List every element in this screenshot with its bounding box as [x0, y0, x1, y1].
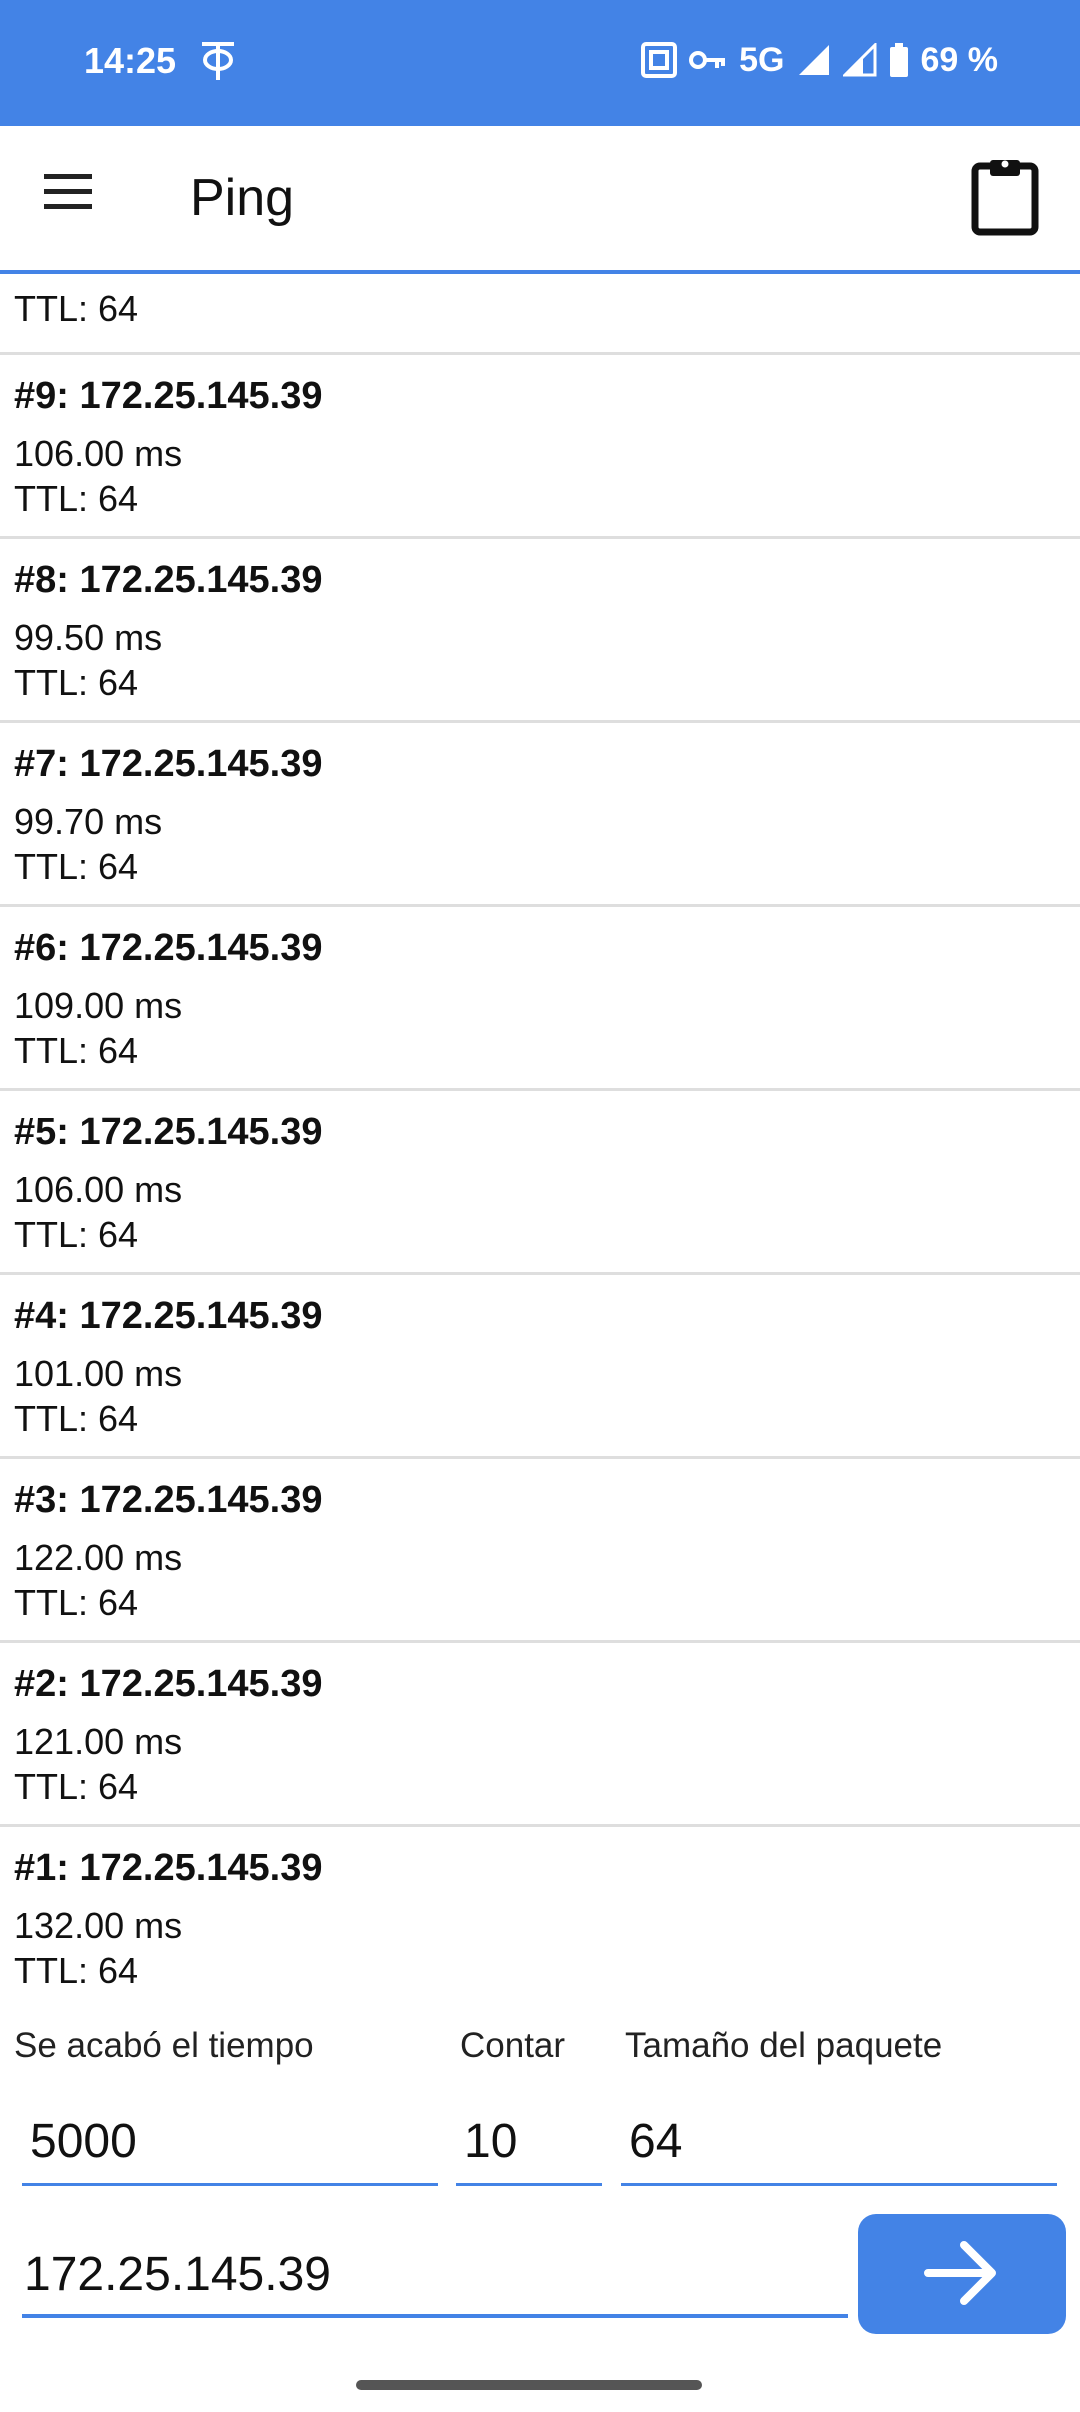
status-time: 14:25 — [84, 40, 177, 81]
list-item: #5: 172.25.145.39 106.00 ms TTL: 64 — [0, 1091, 1080, 1275]
vpn-key-icon — [689, 48, 727, 72]
reply-title: #4: 172.25.145.39 — [14, 1295, 323, 1337]
clipboard-icon[interactable] — [970, 156, 1044, 242]
reply-title: #3: 172.25.145.39 — [14, 1479, 323, 1521]
host-input[interactable] — [22, 2234, 848, 2318]
ttl-text: TTL: 64 — [14, 846, 139, 887]
list-item: #7: 172.25.145.39 99.70 ms TTL: 64 — [0, 723, 1080, 907]
list-item: TTL: 64 — [0, 274, 1080, 355]
page-title: Ping — [190, 169, 295, 227]
start-ping-button[interactable] — [858, 2214, 1066, 2334]
list-item: #9: 172.25.145.39 106.00 ms TTL: 64 — [0, 355, 1080, 539]
packet-size-field[interactable] — [621, 2100, 1057, 2186]
reply-title: #9: 172.25.145.39 — [14, 375, 323, 417]
reply-time: 106.00 ms — [14, 433, 183, 474]
reply-time: 109.00 ms — [14, 985, 183, 1026]
packet-size-label: Tamaño del paquete — [625, 2026, 943, 2065]
ping-results-list[interactable]: TTL: 64 #9: 172.25.145.39 106.00 ms TTL:… — [0, 274, 1080, 2006]
status-icons: 5G 69 % — [641, 36, 998, 84]
reply-time: 122.00 ms — [14, 1537, 183, 1578]
hamburger-menu-icon[interactable] — [40, 170, 106, 226]
reply-title: #2: 172.25.145.39 — [14, 1663, 323, 1705]
list-item: #3: 172.25.145.39 122.00 ms TTL: 64 — [0, 1459, 1080, 1643]
battery-level: 69 % — [920, 40, 999, 79]
ttl-text: TTL: 64 — [14, 478, 139, 519]
list-item: #8: 172.25.145.39 99.50 ms TTL: 64 — [0, 539, 1080, 723]
battery-icon — [889, 43, 909, 77]
ttl-text: TTL: 64 — [14, 662, 139, 703]
list-item: #4: 172.25.145.39 101.00 ms TTL: 64 — [0, 1275, 1080, 1459]
signal-icon — [797, 43, 831, 77]
reply-title: #6: 172.25.145.39 — [14, 927, 323, 969]
count-label: Contar — [460, 2026, 566, 2065]
ttl-text: TTL: 64 — [14, 1398, 139, 1439]
ttl-text: TTL: 64 — [14, 288, 139, 329]
reply-title: #7: 172.25.145.39 — [14, 743, 323, 785]
signal-roaming-icon — [842, 43, 877, 77]
reply-title: #1: 172.25.145.39 — [14, 1847, 323, 1889]
ttl-text: TTL: 64 — [14, 1214, 139, 1255]
timeout-field[interactable] — [22, 2100, 438, 2186]
reply-time: 99.50 ms — [14, 617, 163, 658]
ttl-text: TTL: 64 — [14, 1766, 139, 1807]
list-item: #6: 172.25.145.39 109.00 ms TTL: 64 — [0, 907, 1080, 1091]
home-indicator[interactable] — [356, 2380, 702, 2390]
reply-title: #8: 172.25.145.39 — [14, 559, 323, 601]
reply-time: 101.00 ms — [14, 1353, 183, 1394]
data-saver-icon — [198, 38, 238, 87]
arrow-right-icon — [922, 2238, 1002, 2311]
list-item: #2: 172.25.145.39 121.00 ms TTL: 64 — [0, 1643, 1080, 1827]
reply-time: 99.70 ms — [14, 801, 163, 842]
ttl-text: TTL: 64 — [14, 1582, 139, 1623]
status-bar: 14:25 5G 69 % — [0, 0, 1080, 126]
ping-parameters: Se acabó el tiempo Contar Tamaño del paq… — [0, 2008, 1080, 2208]
reply-title: #5: 172.25.145.39 — [14, 1111, 323, 1153]
app-bar: Ping — [0, 126, 1080, 274]
network-type: 5G — [739, 40, 785, 79]
count-field[interactable] — [456, 2100, 602, 2186]
ttl-text: TTL: 64 — [14, 1950, 139, 1991]
list-item: #1: 172.25.145.39 132.00 ms TTL: 64 — [0, 1827, 1080, 2006]
reply-time: 121.00 ms — [14, 1721, 183, 1762]
reply-time: 132.00 ms — [14, 1905, 183, 1946]
reply-time: 106.00 ms — [14, 1169, 183, 1210]
timeout-label: Se acabó el tiempo — [14, 2026, 314, 2065]
ttl-text: TTL: 64 — [14, 1030, 139, 1071]
nfc-icon — [641, 42, 678, 78]
